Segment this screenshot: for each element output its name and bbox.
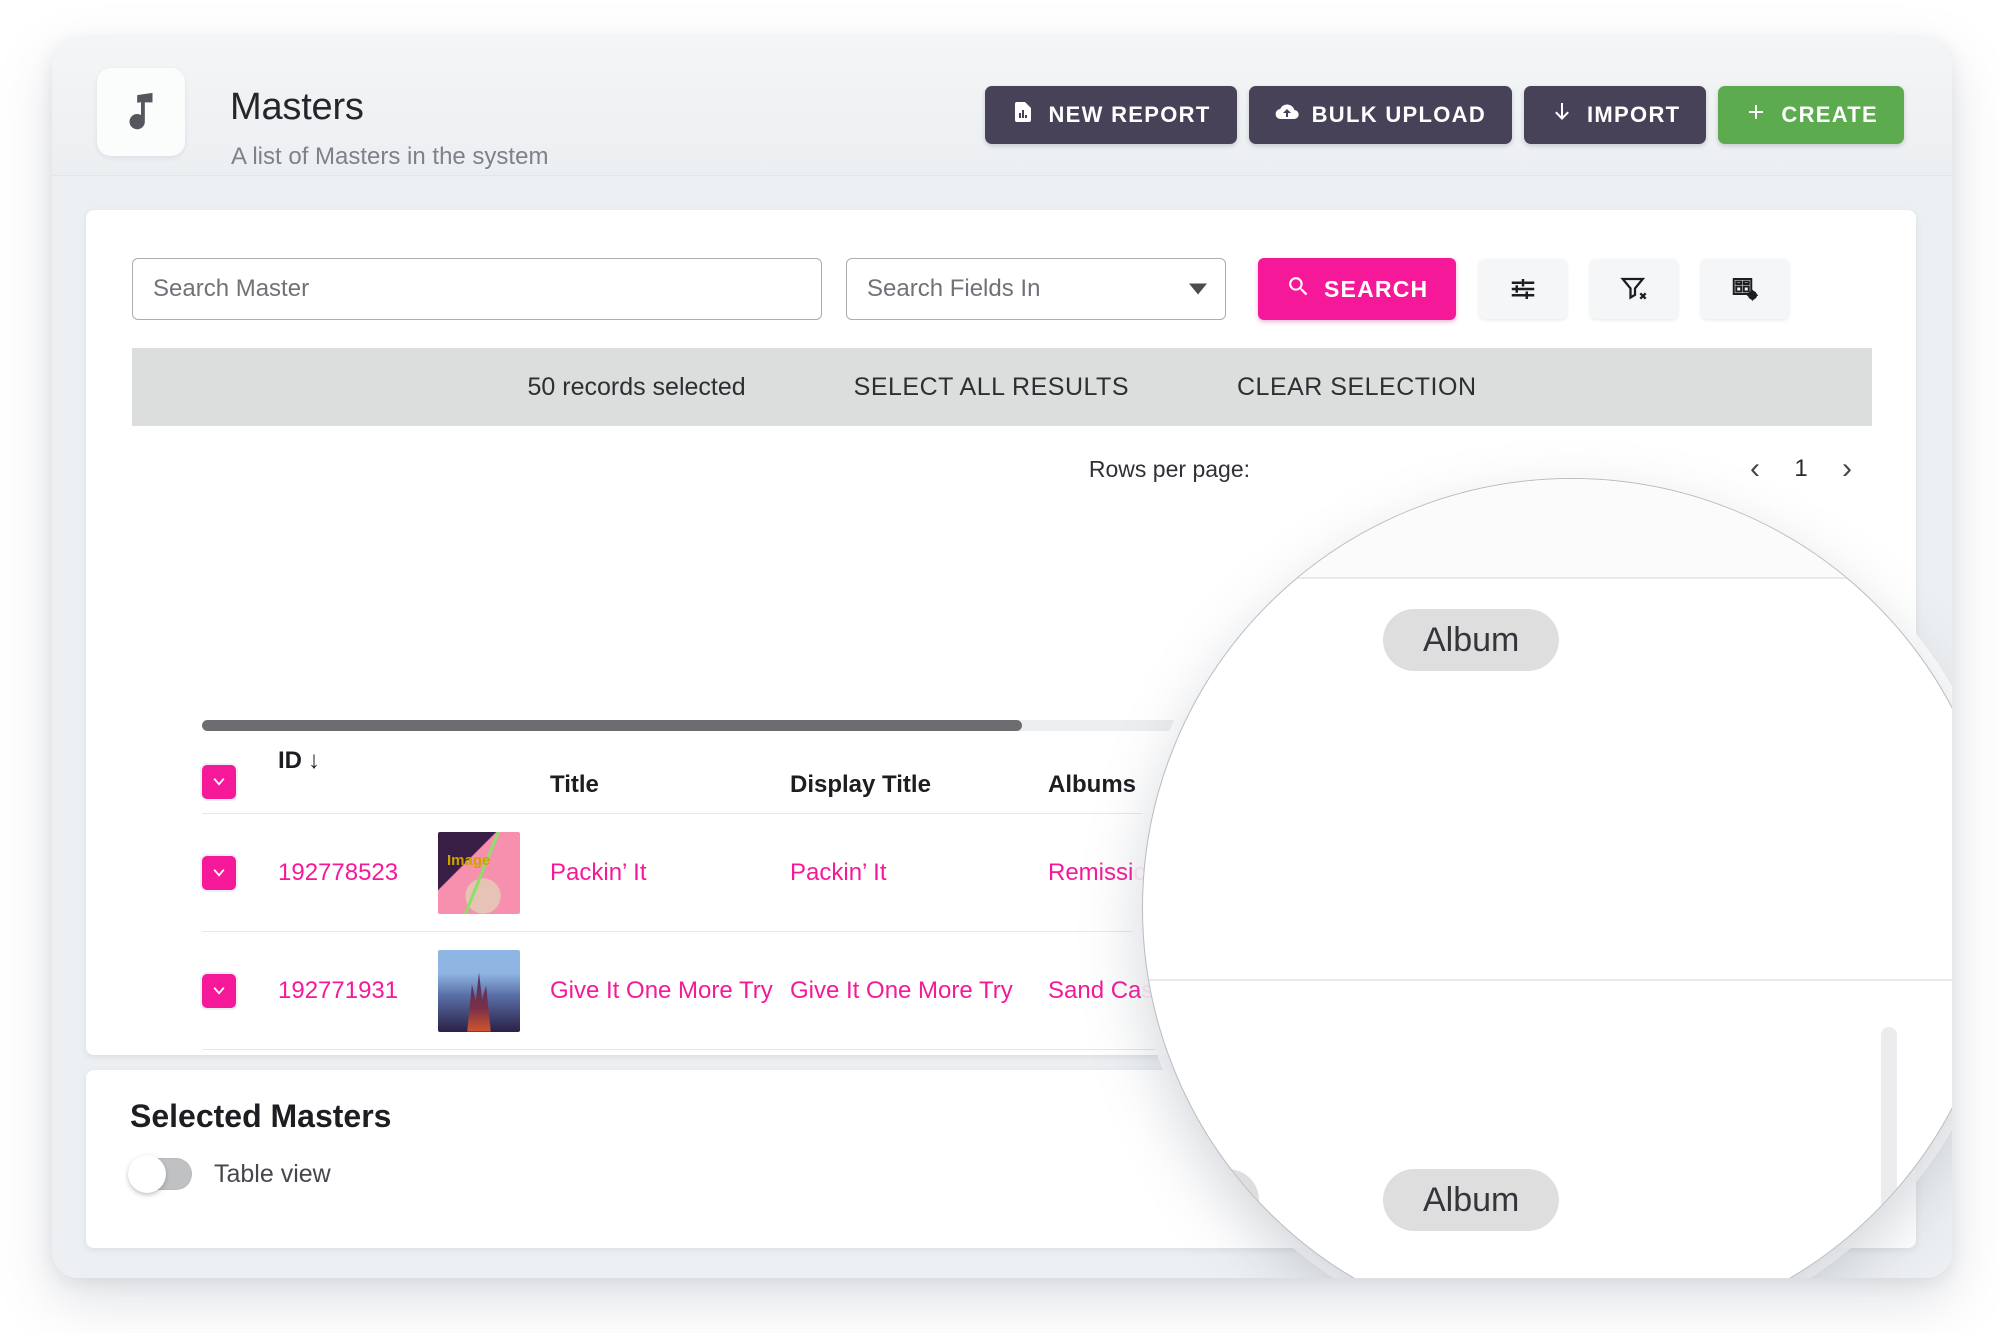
page-title: Masters — [230, 86, 364, 128]
plus-icon — [1744, 100, 1768, 130]
magnifier-content: ‹ 1 › Album Anez Album ADD TO DELIVERY P… — [1143, 479, 1952, 1278]
filter-remove-icon[interactable] — [1590, 259, 1679, 319]
cell-display-title[interactable]: Give It One More Try — [790, 977, 1048, 1005]
row-checkbox-cell — [202, 855, 278, 890]
album-artwork — [438, 949, 520, 1032]
column-header-id[interactable]: ID ↓ — [278, 747, 438, 813]
create-button[interactable]: CREATE — [1718, 86, 1904, 144]
magnified-vertical-scrollbar[interactable] — [1881, 1027, 1897, 1278]
broken-image-placeholder-icon — [438, 831, 520, 914]
selection-bar: 50 records selected SELECT ALL RESULTS C… — [132, 348, 1872, 426]
report-document-icon — [1011, 100, 1035, 130]
new-report-label: NEW REPORT — [1048, 102, 1211, 127]
table-settings-icon[interactable] — [1701, 259, 1790, 319]
column-header-thumbnail — [438, 799, 550, 813]
row-checkbox-cell — [202, 973, 278, 1008]
scrollbar-thumb[interactable] — [202, 720, 1022, 731]
row-divider — [1143, 577, 1952, 579]
column-header-id-label: ID — [278, 747, 302, 774]
chevron-down-icon — [1189, 283, 1207, 295]
arrow-down-icon — [1550, 100, 1574, 130]
new-report-button[interactable]: NEW REPORT — [985, 86, 1237, 144]
select-all-checkbox-cell — [202, 765, 278, 813]
column-header-display-title[interactable]: Display Title — [790, 771, 1048, 813]
column-header-title[interactable]: Title — [550, 771, 790, 813]
table-view-label: Table view — [214, 1159, 331, 1188]
import-label: IMPORT — [1587, 102, 1681, 127]
import-button[interactable]: IMPORT — [1524, 86, 1707, 144]
cell-thumbnail — [438, 949, 550, 1032]
cell-id[interactable]: 192778523 — [278, 859, 438, 887]
search-row: Search Fields In SEARCH — [132, 258, 1872, 320]
search-fields-label: Search Fields In — [867, 275, 1041, 302]
type-chip: Album — [1383, 1169, 1560, 1231]
sliders-tune-icon[interactable] — [1479, 259, 1568, 319]
toggle-knob — [128, 1155, 166, 1193]
artist-chip: Anez — [1143, 1169, 1259, 1231]
search-master-input[interactable] — [132, 258, 822, 320]
search-button-label: SEARCH — [1324, 275, 1429, 302]
row-checkbox[interactable] — [202, 973, 236, 1008]
cloud-upload-icon — [1275, 100, 1299, 130]
bulk-upload-button[interactable]: BULK UPLOAD — [1248, 86, 1513, 144]
music-note-icon — [97, 68, 185, 156]
row-divider — [1143, 979, 1952, 981]
clear-selection-button[interactable]: CLEAR SELECTION — [1237, 373, 1477, 402]
page-subtitle: A list of Masters in the system — [231, 143, 549, 170]
header-actions: NEW REPORT BULK UPLOAD IMPORT CREATE — [985, 86, 1904, 144]
magnified-pager: ‹ 1 › — [1883, 478, 1952, 501]
search-icon — [1286, 274, 1311, 305]
sort-descending-icon: ↓ — [308, 747, 320, 774]
cell-title[interactable]: Packin’ It — [550, 859, 790, 887]
selected-masters-title: Selected Masters — [130, 1098, 392, 1134]
magnified-paging-strip — [1143, 479, 1952, 577]
row-checkbox[interactable] — [202, 855, 236, 890]
select-all-checkbox[interactable] — [202, 765, 236, 799]
cell-id[interactable]: 192771931 — [278, 977, 438, 1005]
table-view-toggle-wrapper: Table view — [128, 1155, 331, 1193]
cell-display-title[interactable]: Packin’ It — [790, 859, 1048, 887]
cell-title[interactable]: Give It One More Try — [550, 977, 790, 1005]
cell-thumbnail — [438, 831, 550, 914]
type-chip: Album — [1383, 609, 1560, 671]
app-header: Masters A list of Masters in the system … — [52, 38, 1952, 176]
records-selected-label: 50 records selected — [527, 372, 746, 401]
chevron-left-icon[interactable]: ‹ — [1883, 479, 1892, 501]
select-all-results-button[interactable]: SELECT ALL RESULTS — [854, 373, 1129, 402]
page-number: 1 — [1914, 478, 1930, 500]
magnifier-lens: ‹ 1 › Album Anez Album ADD TO DELIVERY P… — [1142, 478, 1952, 1278]
table-view-toggle[interactable] — [128, 1155, 192, 1193]
create-label: CREATE — [1781, 102, 1878, 127]
search-fields-select[interactable]: Search Fields In — [846, 258, 1226, 320]
bulk-upload-label: BULK UPLOAD — [1311, 102, 1487, 127]
search-button[interactable]: SEARCH — [1258, 258, 1457, 320]
app-window: Masters A list of Masters in the system … — [52, 38, 1952, 1278]
